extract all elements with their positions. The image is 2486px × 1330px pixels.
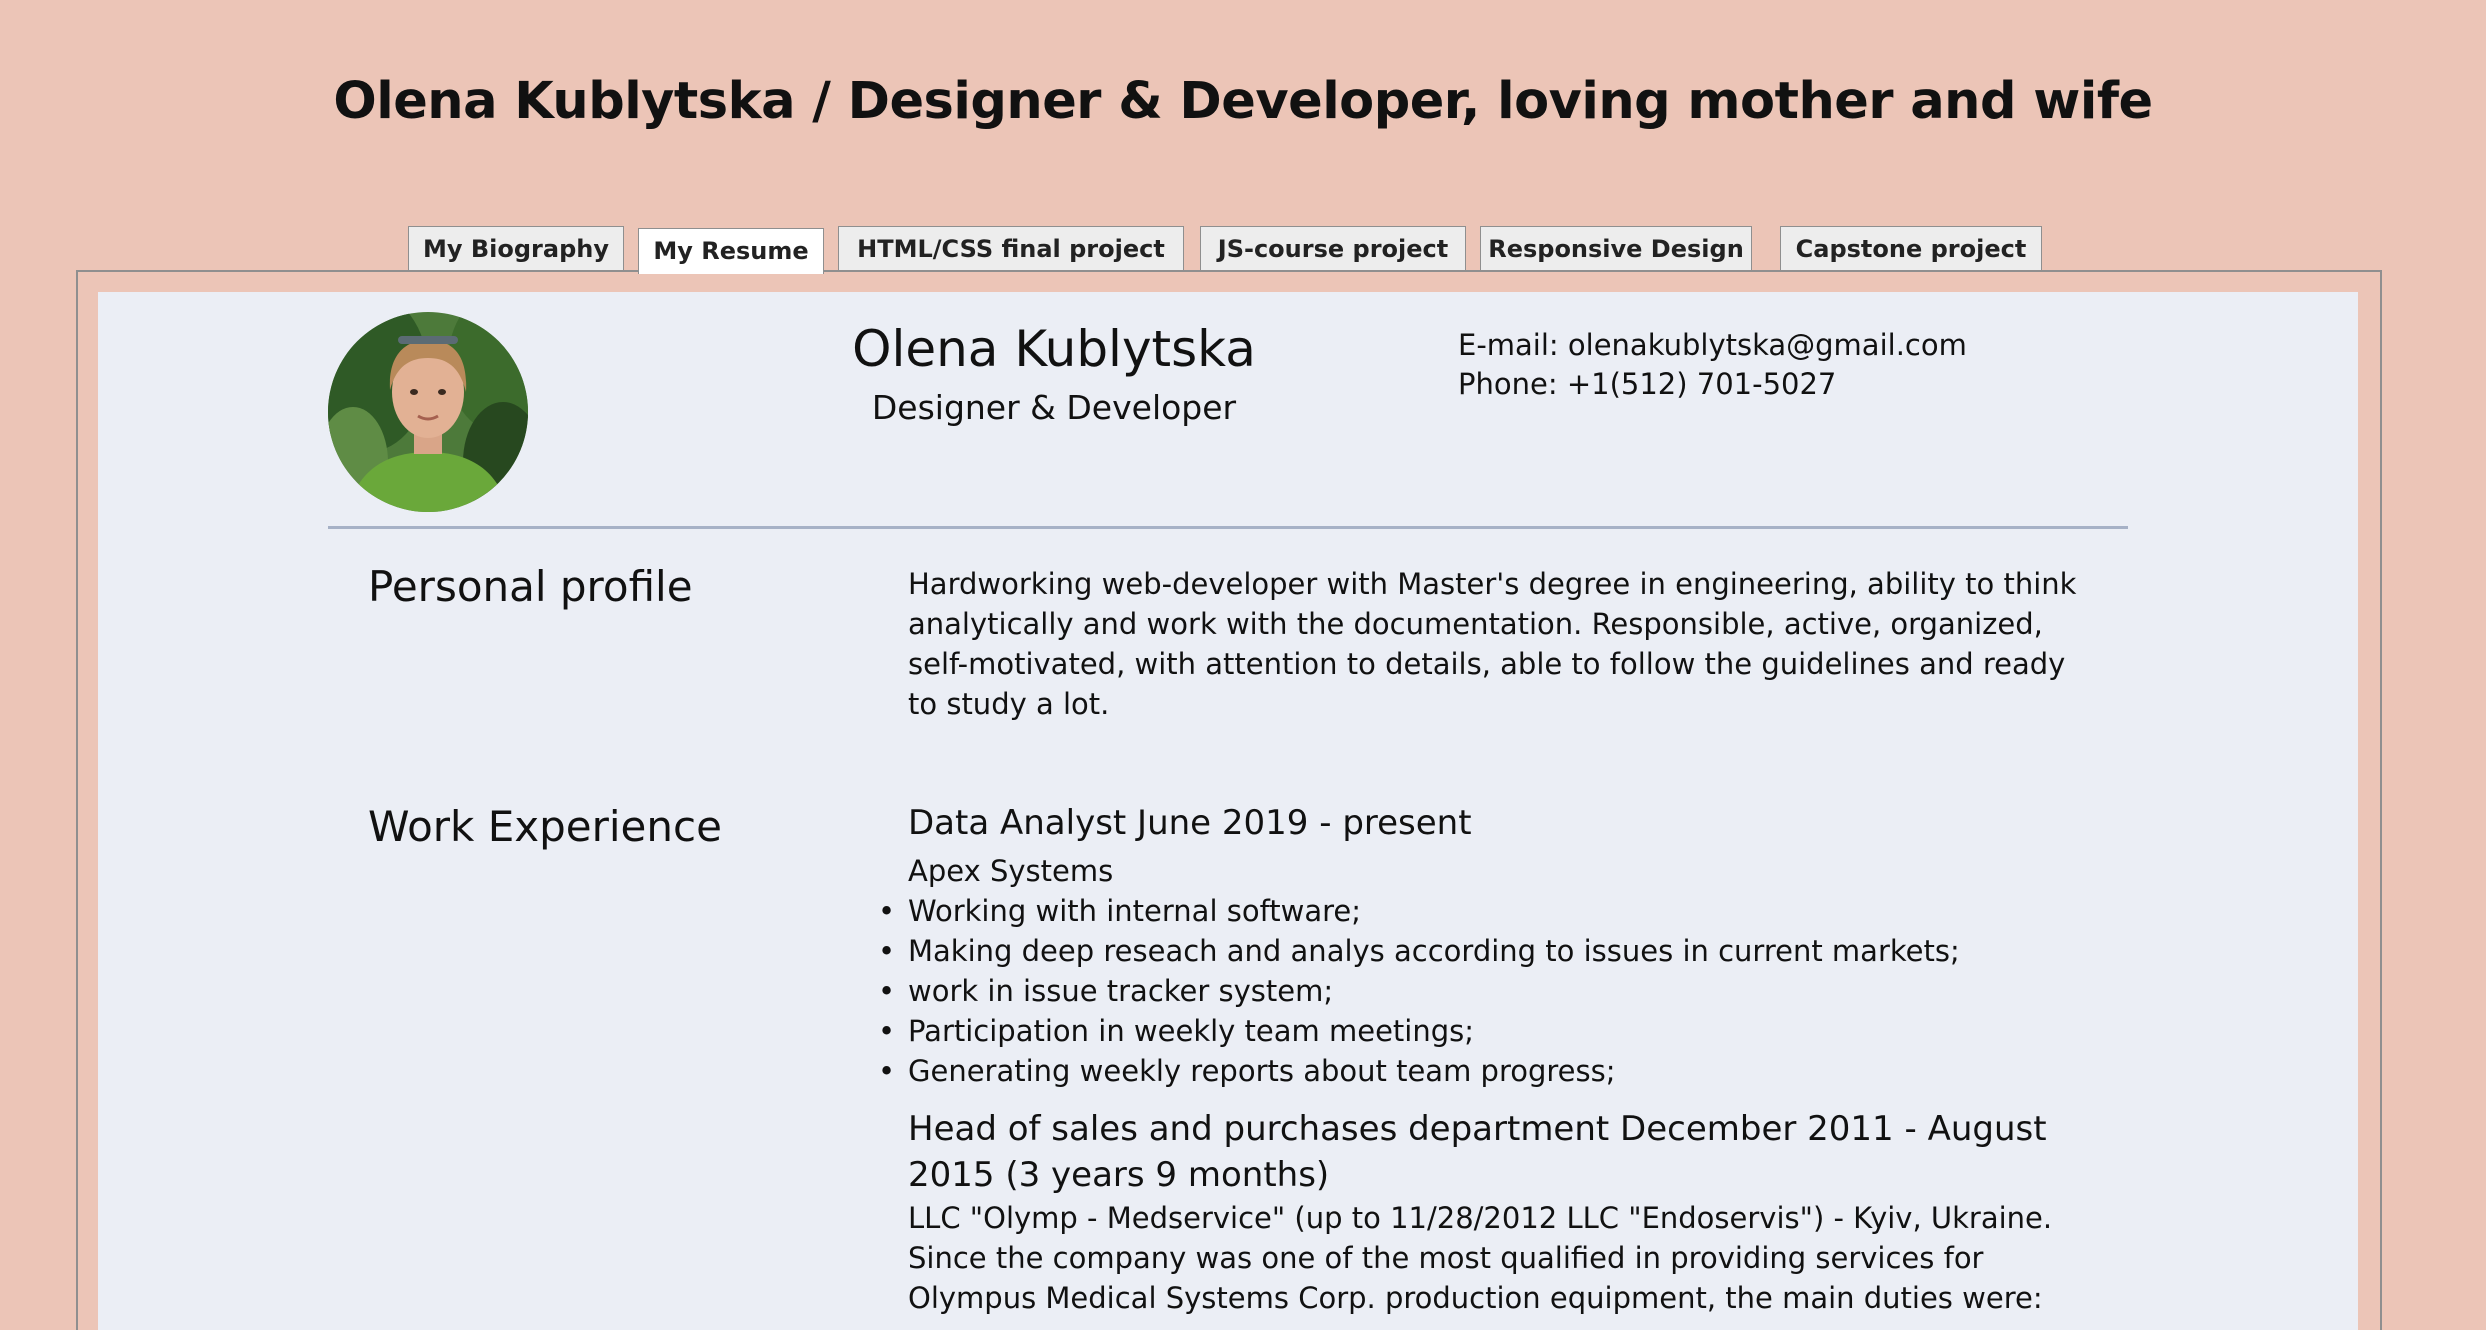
tab-js-course-project[interactable]: JS-course project bbox=[1200, 226, 1466, 270]
job-title: Head of sales and purchases department D… bbox=[908, 1109, 2047, 1195]
duty-text: work in issue tracker system; bbox=[908, 974, 1334, 1008]
duty-text: Generating weekly reports about team pro… bbox=[908, 1054, 1616, 1088]
duty-text: Working with internal software; bbox=[908, 894, 1362, 928]
contact-email: E-mail: olenakublytska@gmail.com bbox=[1458, 328, 1967, 362]
tab-my-biography[interactable]: My Biography bbox=[408, 226, 624, 270]
tab-responsive-design[interactable]: Responsive Design bbox=[1480, 226, 1752, 270]
bullet: • bbox=[878, 974, 896, 1008]
tab-my-resume[interactable]: My Resume bbox=[638, 228, 824, 274]
list-item: • Generating weekly reports about team pr… bbox=[878, 1051, 2108, 1091]
personal-profile-text: Hardworking web-developer with Master's … bbox=[908, 567, 2077, 721]
list-item: • Working with internal software; bbox=[878, 891, 2108, 931]
list-item: • Participation in weekly team meetings; bbox=[878, 1011, 2108, 1051]
bullet: • bbox=[878, 1054, 896, 1088]
duty-text: Making deep reseach and analys according… bbox=[908, 934, 1960, 968]
work-experience-heading: Work Experience bbox=[368, 802, 722, 851]
list-item: • Making deep reseach and analys accordin… bbox=[878, 931, 2108, 971]
site-title: Olena Kublytska / Designer & Developer, … bbox=[333, 72, 2153, 131]
resume-name: Olena Kublytska bbox=[852, 320, 1256, 378]
list-item: • work in issue tracker system; bbox=[878, 971, 2108, 1011]
resume-role: Designer & Developer bbox=[871, 388, 1237, 427]
job-company: LLC "Olymp - Medservice" (up to 11/28/20… bbox=[908, 1201, 2053, 1235]
bullet: • bbox=[878, 894, 896, 928]
tab-capstone-project[interactable]: Capstone project bbox=[1780, 226, 2042, 270]
avatar bbox=[328, 312, 528, 512]
personal-profile-heading: Personal profile bbox=[368, 562, 693, 611]
resume-panel: Olena Kublytska Designer & Developer E-m… bbox=[98, 292, 2358, 1330]
bullet: • bbox=[878, 1014, 896, 1048]
header-divider bbox=[328, 526, 2128, 529]
job-duties-list: • Working with internal software; • Making… bbox=[878, 891, 2108, 1091]
job-title: Data Analyst June 2019 - present bbox=[908, 803, 1472, 843]
bullet: • bbox=[878, 934, 896, 968]
tab-html-css-final-project[interactable]: HTML/CSS final project bbox=[838, 226, 1184, 270]
job-company: Apex Systems bbox=[908, 854, 1114, 888]
duty-text: Participation in weekly team meetings; bbox=[908, 1014, 1475, 1048]
job-description: Since the company was one of the most qu… bbox=[908, 1241, 2043, 1315]
contact-phone: Phone: +1(512) 701-5027 bbox=[1458, 367, 1837, 401]
